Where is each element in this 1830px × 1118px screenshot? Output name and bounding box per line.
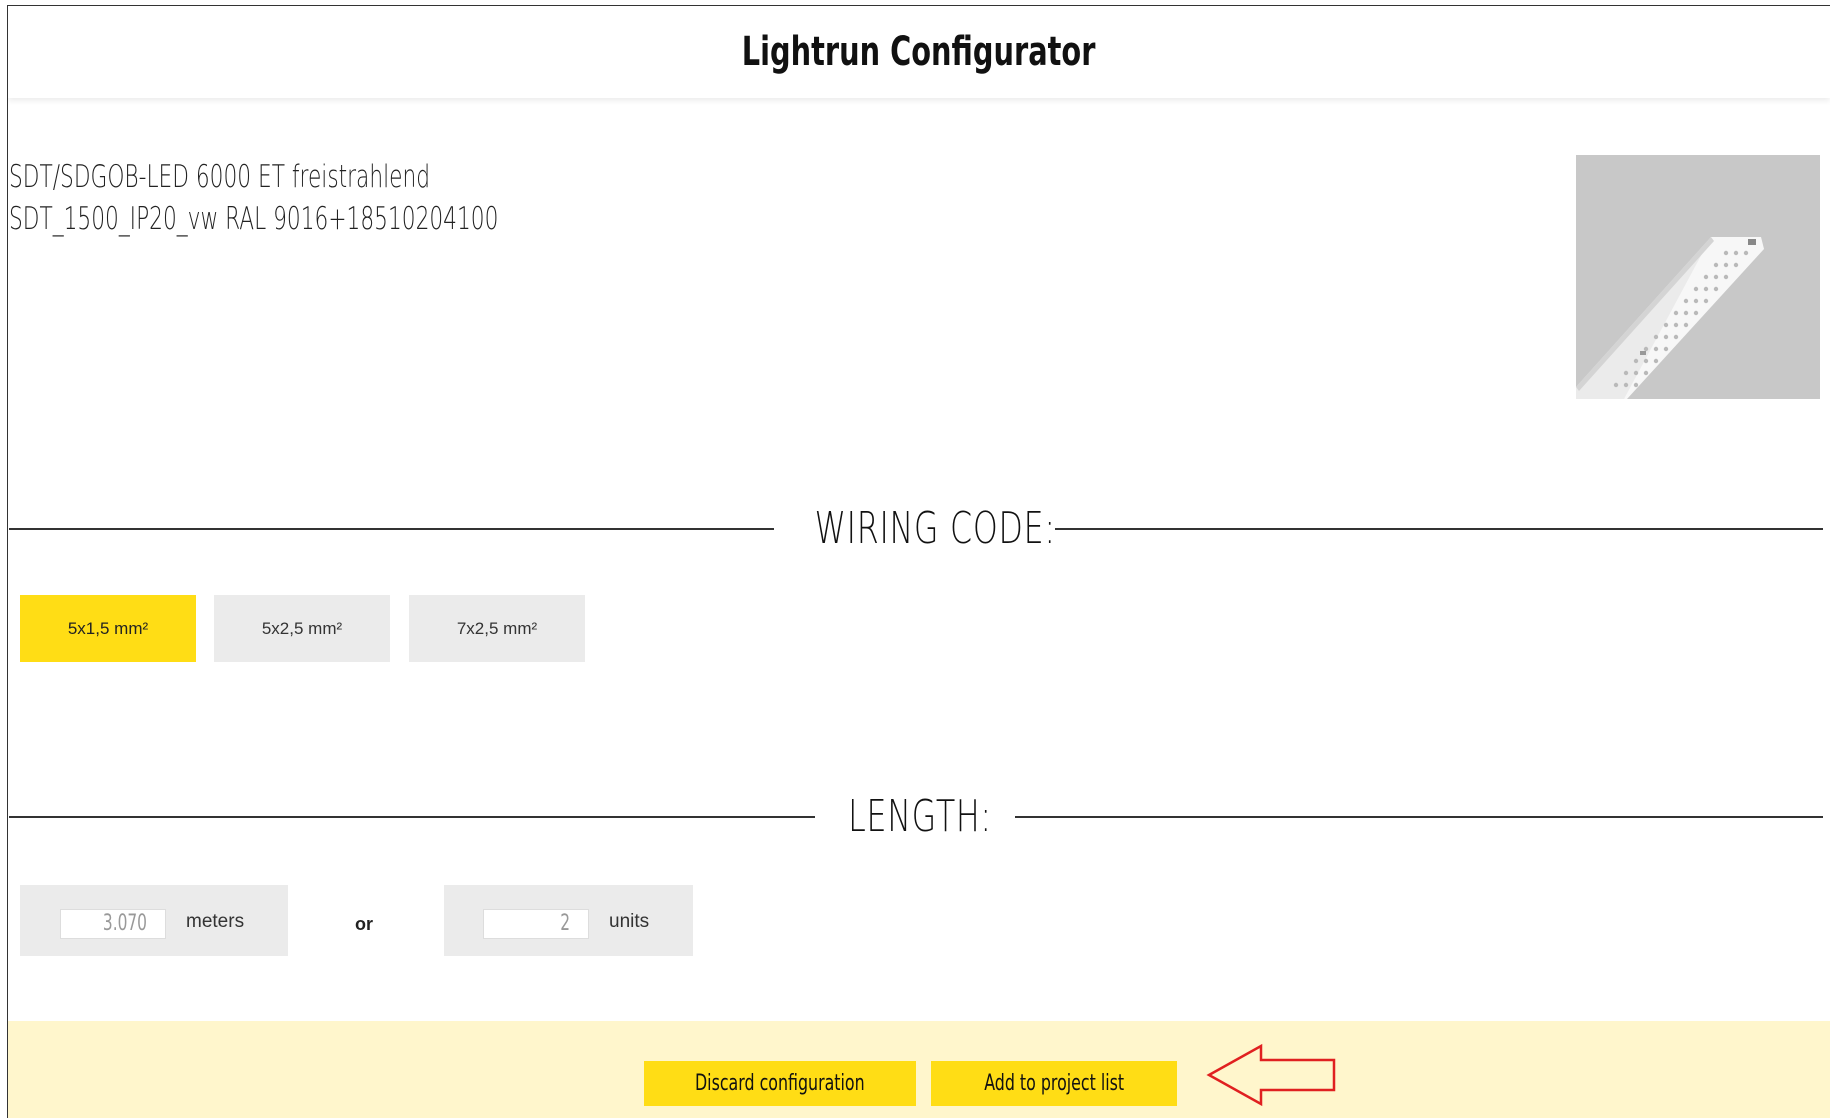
wiring-option-7x2-5[interactable]: 7x2,5 mm² bbox=[409, 595, 585, 662]
product-image bbox=[1576, 155, 1820, 399]
led-luminaire-icon bbox=[1576, 155, 1820, 399]
footer-action-bar: Discard configuration Add to project lis… bbox=[8, 1021, 1830, 1118]
wiring-option-5x1-5[interactable]: 5x1,5 mm² bbox=[20, 595, 196, 662]
meters-input[interactable]: 3.070 bbox=[60, 909, 166, 939]
header-bar: Lightrun Configurator bbox=[8, 6, 1830, 98]
or-label: or bbox=[355, 914, 373, 934]
units-value: 2 bbox=[560, 911, 570, 936]
discard-button-label: Discard configuration bbox=[695, 1071, 865, 1096]
wiring-divider-left bbox=[9, 528, 774, 530]
units-input[interactable]: 2 bbox=[483, 909, 589, 939]
add-button-label: Add to project list bbox=[984, 1071, 1124, 1096]
wiring-divider-right bbox=[1055, 528, 1823, 530]
product-name: SDT/SDGOB-LED 6000 ET freistrahlend bbox=[9, 159, 431, 195]
length-divider-right bbox=[1015, 816, 1823, 818]
discard-configuration-button[interactable]: Discard configuration bbox=[644, 1061, 916, 1106]
wiring-section-title: WIRING CODE: bbox=[814, 503, 1056, 554]
add-to-project-list-button[interactable]: Add to project list bbox=[931, 1061, 1177, 1106]
product-code: SDT_1500_IP20_vw RAL 9016+18510204100 bbox=[9, 201, 499, 237]
page-title: Lightrun Configurator bbox=[742, 29, 1096, 75]
units-label: units bbox=[609, 911, 650, 932]
meters-value: 3.070 bbox=[102, 911, 147, 936]
units-group: 2 units bbox=[444, 885, 693, 956]
length-divider-left bbox=[9, 816, 815, 818]
meters-label: meters bbox=[186, 911, 245, 932]
left-arrow-icon bbox=[1206, 1043, 1336, 1107]
length-section-title: LENGTH: bbox=[848, 791, 992, 842]
meters-group: 3.070 meters bbox=[20, 885, 288, 956]
configurator-panel: Lightrun Configurator SDT/SDGOB-LED 6000… bbox=[7, 5, 1830, 1118]
wiring-option-5x2-5[interactable]: 5x2,5 mm² bbox=[214, 595, 390, 662]
